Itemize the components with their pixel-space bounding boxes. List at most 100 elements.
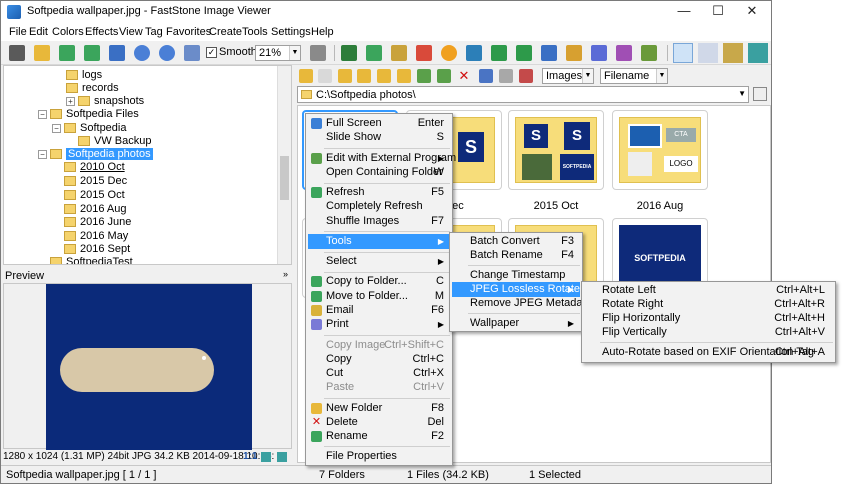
thumbnail-view-icon[interactable]: [479, 69, 493, 83]
scrollbar-thumb[interactable]: [280, 156, 289, 200]
filter-icon[interactable]: [519, 69, 533, 83]
camera-icon[interactable]: [9, 45, 25, 61]
maximize-button[interactable]: ☐: [701, 1, 735, 23]
menu-item-rotate-right[interactable]: Rotate Right Ctrl+Alt+R: [584, 297, 833, 312]
next-icon[interactable]: [84, 45, 100, 61]
minimize-button[interactable]: —: [667, 1, 701, 23]
menu-edit[interactable]: Edit: [29, 26, 48, 38]
compare-icon[interactable]: [541, 45, 557, 61]
menu-item-jpeg-lossless-rotate[interactable]: JPEG Lossless Rotate ▶: [452, 282, 580, 297]
zoom-select[interactable]: 21% ▼: [255, 45, 301, 61]
tree-item[interactable]: 2016 June: [64, 216, 131, 230]
menu-item-cut[interactable]: Cut Ctrl+X: [308, 366, 450, 381]
collapse-icon[interactable]: −: [38, 150, 47, 159]
tree-item-selected[interactable]: Softpedia photos: [50, 148, 153, 162]
menu-item-batch-rename[interactable]: Batch Rename F4: [452, 248, 580, 263]
tree-item[interactable]: records: [66, 82, 119, 96]
menu-item-copy-image[interactable]: Copy Image Ctrl+Shift+C: [308, 338, 450, 353]
menu-settings[interactable]: Settings: [271, 26, 311, 38]
menu-item-open-folder[interactable]: Open Containing Folder W: [308, 165, 450, 180]
sort-select[interactable]: Filename ▼: [600, 68, 668, 84]
email-icon[interactable]: [641, 45, 657, 61]
folder-tree[interactable]: logs records + snapshots − Softpedia Fil…: [3, 65, 292, 265]
refresh-icon[interactable]: [417, 69, 431, 83]
tree-item[interactable]: 2015 Oct: [64, 189, 125, 203]
tree-item[interactable]: Softpedia Files: [50, 108, 139, 122]
address-bar[interactable]: C:\Softpedia photos\ ▼: [297, 86, 749, 103]
tree-item[interactable]: 2016 Sept: [64, 243, 130, 257]
menu-item-slide-show[interactable]: Slide Show S: [308, 130, 450, 145]
tree-item[interactable]: logs: [66, 69, 102, 83]
fullscreen-icon[interactable]: [277, 452, 287, 462]
zoom-ratio[interactable]: 1:1: [243, 451, 257, 462]
menu-create[interactable]: Create: [209, 26, 242, 38]
collapse-icon[interactable]: −: [38, 110, 47, 119]
people-icon[interactable]: [466, 45, 482, 61]
menu-item-refresh[interactable]: Refresh F5: [308, 185, 450, 200]
list-view-icon[interactable]: [499, 69, 513, 83]
menu-item-print[interactable]: Print ▶: [308, 317, 450, 332]
slideshow-icon[interactable]: [566, 45, 582, 61]
menu-item-batch-convert[interactable]: Batch Convert F3: [452, 234, 580, 249]
menu-tag[interactable]: Tag: [145, 26, 163, 38]
details-mode-icon[interactable]: [698, 43, 718, 63]
rotate-left-icon[interactable]: [491, 45, 507, 61]
file-type-select[interactable]: Images ▼: [542, 68, 594, 84]
brightness-icon[interactable]: [441, 45, 457, 61]
rotate-right-icon[interactable]: [516, 45, 532, 61]
menu-item-full-screen[interactable]: Full Screen Enter: [308, 116, 450, 131]
menu-item-copy-to-folder[interactable]: Copy to Folder... C: [308, 274, 450, 289]
menu-view[interactable]: View: [119, 26, 143, 38]
menu-item-flip-horizontally[interactable]: Flip Horizontally Ctrl+Alt+H: [584, 311, 833, 326]
tree-item[interactable]: 2016 May: [64, 230, 128, 244]
tree-item[interactable]: SoftpediaTest: [50, 256, 133, 264]
menu-item-file-properties[interactable]: File Properties: [308, 449, 450, 464]
resize-icon[interactable]: [366, 45, 382, 61]
tree-item[interactable]: 2015 Dec: [64, 175, 127, 189]
menu-item-wallpaper[interactable]: Wallpaper ▶: [452, 316, 580, 331]
fit-window-icon[interactable]: [748, 43, 768, 63]
menu-item-change-timestamp[interactable]: Change Timestamp: [452, 268, 580, 283]
frame-icon[interactable]: [391, 45, 407, 61]
forward-icon[interactable]: [318, 69, 332, 83]
address-path[interactable]: C:\Softpedia photos\: [316, 89, 416, 101]
menu-item-tools[interactable]: Tools ▶: [308, 234, 450, 249]
tree-scrollbar[interactable]: [277, 66, 291, 264]
menu-favorites[interactable]: Favorites: [166, 26, 211, 38]
red-eye-icon[interactable]: [416, 45, 432, 61]
sync-icon[interactable]: [437, 69, 451, 83]
menu-item-select[interactable]: Select ▶: [308, 254, 450, 269]
menu-item-flip-vertically[interactable]: Flip Vertically Ctrl+Alt+V: [584, 325, 833, 340]
menu-item-remove-jpeg-metadata[interactable]: Remove JPEG Metadata: [452, 296, 592, 311]
save-icon[interactable]: [109, 45, 125, 61]
address-history-icon[interactable]: [753, 87, 767, 101]
open-folder-icon[interactable]: [34, 45, 50, 61]
up-folder-icon[interactable]: [338, 69, 352, 83]
menu-item-edit-external[interactable]: Edit with External Program ▶: [308, 151, 456, 166]
actual-size-icon[interactable]: [184, 45, 200, 61]
menu-colors[interactable]: Colors: [52, 26, 84, 38]
smooth-checkbox[interactable]: ✓: [206, 47, 217, 58]
thumbnail-item[interactable]: S S SOFTPEDIA: [508, 110, 604, 190]
tree-item[interactable]: Softpedia: [64, 122, 126, 136]
menu-item-rotate-left[interactable]: Rotate Left Ctrl+Alt+L: [584, 283, 833, 298]
menu-item-paste[interactable]: Paste Ctrl+V: [308, 380, 450, 395]
menu-item-new-folder[interactable]: New Folder F8: [308, 401, 450, 416]
copy-folder-icon[interactable]: [397, 69, 411, 83]
browser-mode-icon[interactable]: [673, 43, 693, 63]
fullscreen-mode-icon[interactable]: [723, 43, 743, 63]
menu-item-copy[interactable]: Copy Ctrl+C: [308, 352, 450, 367]
menu-tools[interactable]: Tools: [242, 26, 268, 38]
tree-item[interactable]: snapshots: [78, 95, 144, 109]
thumbnail-item[interactable]: CTA LOGO: [612, 110, 708, 190]
zoom-out-icon[interactable]: [159, 45, 175, 61]
menu-item-move-to-folder[interactable]: Move to Folder... M: [308, 289, 450, 304]
print-icon[interactable]: [616, 45, 632, 61]
tree-item[interactable]: 2010 Oct: [64, 161, 125, 175]
favorites-icon[interactable]: [357, 69, 371, 83]
menu-file[interactable]: File: [9, 26, 27, 38]
draw-icon[interactable]: [591, 45, 607, 61]
fit-icon[interactable]: [261, 452, 271, 462]
menu-item-email[interactable]: Email F6: [308, 303, 450, 318]
menu-help[interactable]: Help: [311, 26, 334, 38]
